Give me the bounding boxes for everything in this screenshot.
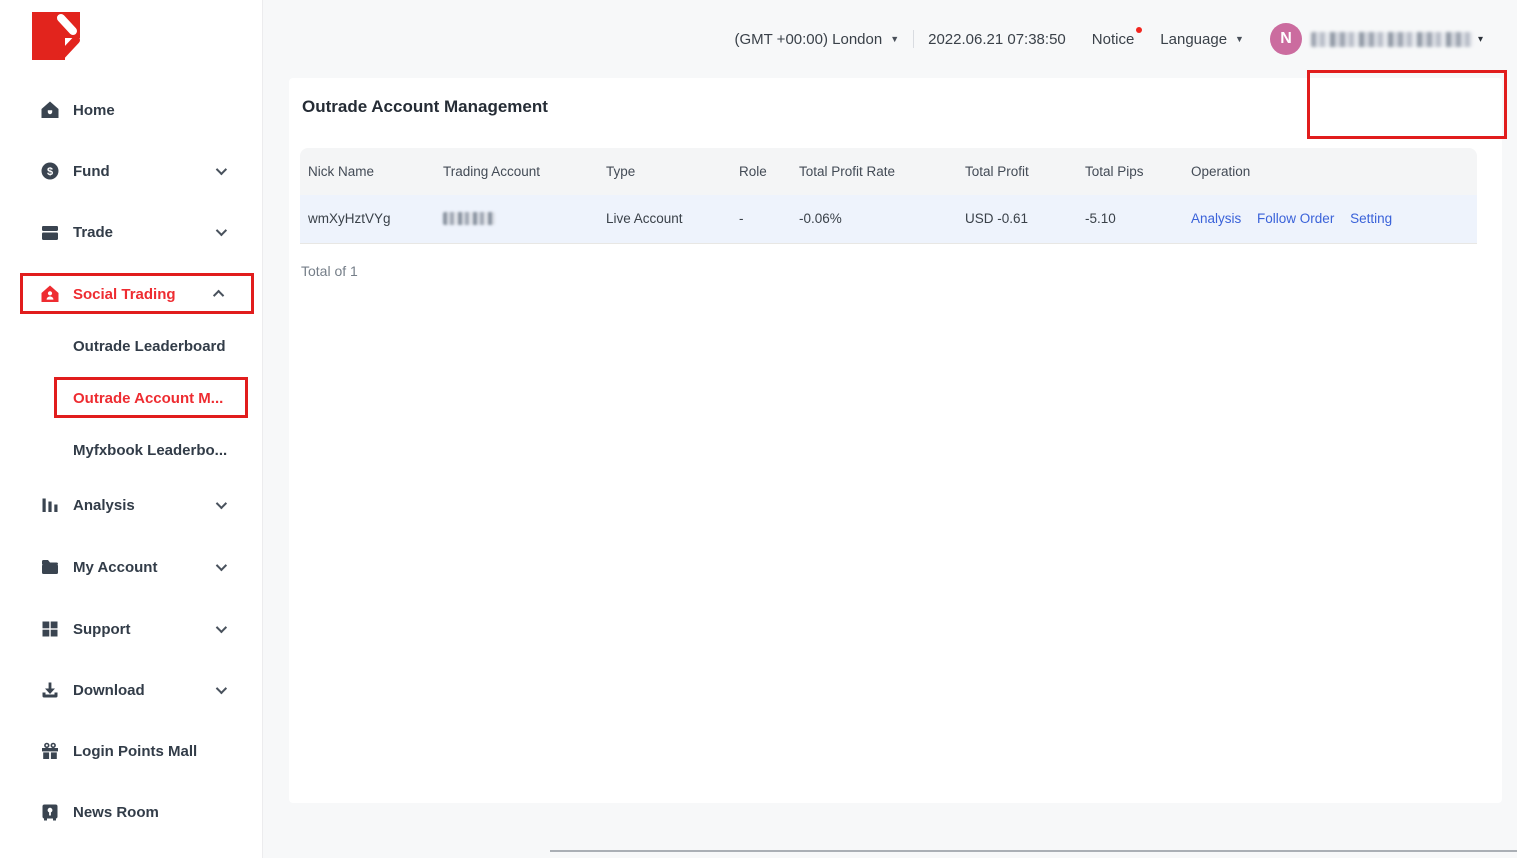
follow-order-link[interactable]: Follow Order [1257,211,1334,226]
my-account-icon [40,557,60,577]
cell-trading-account [435,195,598,243]
chevron-down-icon: ▼ [890,34,899,44]
sidebar: Home $ Fund Trade Social Trading Outrade… [0,0,263,858]
table-header-row: Nick Name Trading Account Type Role Tota… [300,148,1477,195]
col-trading-account: Trading Account [435,148,598,195]
user-name-blurred[interactable] [1311,32,1473,47]
cell-nick-name: wmXyHztVYg [300,195,435,243]
chevron-down-icon [216,164,227,175]
brand-logo-icon[interactable] [32,12,80,60]
top-header-bar: (GMT +00:00) London ▼ 2022.06.21 07:38:5… [289,0,1502,78]
sidebar-item-label: Social Trading [73,286,216,303]
bottom-scroll-divider [550,850,1517,852]
sidebar-subitem-label: Outrade Account M... [73,390,223,407]
sidebar-item-analysis[interactable]: Analysis [0,485,262,525]
chevron-down-icon: ▼ [1235,34,1244,44]
sidebar-item-label: Home [73,102,224,119]
social-trading-icon [40,284,60,304]
cell-total-pips: -5.10 [1077,195,1183,243]
notice-link[interactable]: Notice [1092,31,1135,48]
sidebar-item-outrade-account-management[interactable]: Outrade Account M... [0,380,262,416]
sidebar-item-social-trading[interactable]: Social Trading [0,274,262,314]
cell-total-profit-rate: -0.06% [791,195,957,243]
language-dropdown[interactable]: Language ▼ [1160,31,1244,48]
main-area: (GMT +00:00) London ▼ 2022.06.21 07:38:5… [263,0,1517,858]
news-room-icon [40,802,60,822]
chevron-down-icon [216,622,227,633]
gift-icon [40,741,60,761]
table-row: wmXyHztVYg Live Account - -0.06% USD -0.… [300,195,1477,243]
cell-operation: Analysis Follow Order Setting [1183,195,1477,243]
user-menu-caret-icon: ▾ [1478,34,1483,45]
sidebar-item-news-room[interactable]: News Room [0,792,262,832]
notice-label: Notice [1092,31,1135,48]
chevron-down-icon [216,498,227,509]
timezone-dropdown[interactable]: (GMT +00:00) London ▼ [734,31,899,48]
sidebar-item-home[interactable]: Home [0,90,262,130]
sidebar-item-label: News Room [73,804,224,821]
analysis-link[interactable]: Analysis [1191,211,1241,226]
sidebar-item-label: Fund [73,163,216,180]
cell-role: - [731,195,791,243]
language-label: Language [1160,31,1227,48]
svg-text:$: $ [47,166,53,178]
download-icon [40,680,60,700]
total-count-text: Total of 1 [301,263,1477,279]
setting-link[interactable]: Setting [1350,211,1392,226]
user-avatar[interactable]: N [1270,23,1302,55]
sidebar-item-label: Analysis [73,497,216,514]
sidebar-item-login-points-mall[interactable]: Login Points Mall [0,731,262,771]
sidebar-item-fund[interactable]: $ Fund [0,151,262,191]
col-total-profit-rate: Total Profit Rate [791,148,957,195]
sidebar-item-support[interactable]: Support [0,609,262,649]
sidebar-item-trade[interactable]: Trade [0,212,262,252]
chevron-down-icon [216,225,227,236]
fund-icon: $ [40,161,60,181]
notice-badge-dot [1136,27,1142,33]
trading-account-blurred [443,212,495,225]
timezone-label: (GMT +00:00) London [734,31,882,48]
sidebar-item-label: Trade [73,224,216,241]
sidebar-subitem-label: Myfxbook Leaderbo... [73,442,227,459]
sidebar-item-outrade-leaderboard[interactable]: Outrade Leaderboard [0,328,262,364]
sidebar-item-my-account[interactable]: My Account [0,547,262,587]
page-title: Outrade Account Management [302,97,1477,117]
analysis-icon [40,495,60,515]
trade-icon [40,222,60,242]
sidebar-item-myfxbook-leaderboard[interactable]: Myfxbook Leaderbo... [0,432,262,468]
cell-type: Live Account [598,195,731,243]
chevron-down-icon [216,560,227,571]
support-icon [40,619,60,639]
col-role: Role [731,148,791,195]
sidebar-item-label: Support [73,621,216,638]
sidebar-item-label: Login Points Mall [73,743,224,760]
accounts-table: Nick Name Trading Account Type Role Tota… [300,148,1477,244]
col-total-profit: Total Profit [957,148,1077,195]
sidebar-subitem-label: Outrade Leaderboard [73,338,226,355]
chevron-down-icon [216,683,227,694]
col-operation: Operation [1183,148,1477,195]
home-icon [40,100,60,120]
sidebar-item-download[interactable]: Download [0,670,262,710]
cell-total-profit: USD -0.61 [957,195,1077,243]
sidebar-item-label: My Account [73,559,216,576]
sidebar-item-label: Download [73,682,216,699]
header-divider [913,30,914,48]
datetime-display: 2022.06.21 07:38:50 [928,31,1066,48]
col-nick-name: Nick Name [300,148,435,195]
col-total-pips: Total Pips [1077,148,1183,195]
col-type: Type [598,148,731,195]
page: Home $ Fund Trade Social Trading Outrade… [0,0,1517,858]
content-card: Outrade Account Management Nick Name Tra… [289,78,1502,803]
